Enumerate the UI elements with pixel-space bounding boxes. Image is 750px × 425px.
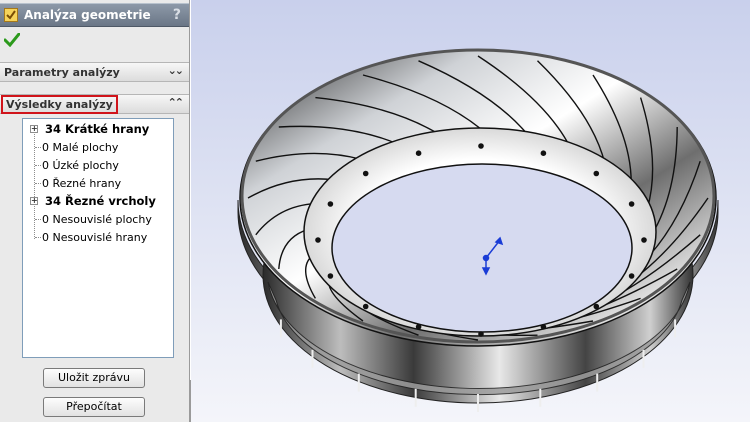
collapse-chevron-icon[interactable]: ⌃⌃ [168, 96, 185, 109]
results-tree[interactable]: +34 Krátké hrany 0 Malé plochy 0 Úzké ploc… [22, 118, 174, 358]
bolt-hole [327, 201, 334, 207]
bolt-hole [593, 170, 600, 177]
bolt-hole [478, 143, 484, 149]
section-analysis-results-label: Výsledky analýzy [1, 94, 118, 114]
results-tree-item[interactable]: 0 Řezné hrany [23, 174, 121, 192]
bolt-hole [362, 170, 369, 177]
bolt-hole [415, 150, 422, 156]
expand-chevron-icon[interactable]: ⌄⌄ [168, 64, 185, 77]
expand-plus-icon[interactable]: + [30, 197, 38, 205]
results-tree-item-label: 34 Řezné vrcholy [45, 194, 156, 208]
tree-connector [35, 183, 41, 184]
section-analysis-parameters[interactable]: Parametry analýzy ⌄⌄ [0, 62, 189, 82]
bolt-hole [327, 273, 334, 279]
section-analysis-results[interactable]: Výsledky analýzy ⌃⌃ [0, 94, 189, 114]
turbine-ring-model[interactable] [191, 0, 750, 422]
property-manager-panel: Analýza geometrie ? Parametry analýzy ⌄⌄… [0, 0, 190, 422]
bolt-hole [540, 150, 547, 156]
tree-connector [35, 237, 41, 238]
section-analysis-parameters-label: Parametry analýzy [4, 65, 120, 79]
results-tree-item[interactable]: +34 Krátké hrany [23, 120, 149, 138]
central-opening [331, 163, 633, 333]
results-tree-item-label: 0 Úzké plochy [42, 158, 119, 172]
graphics-viewport[interactable] [191, 0, 750, 422]
results-tree-item[interactable]: 0 Nesouvislé hrany [23, 228, 147, 246]
tree-connector [35, 147, 41, 148]
bolt-hole [593, 303, 600, 310]
expand-plus-icon[interactable]: + [30, 125, 38, 133]
results-tree-item-label: 0 Malé plochy [42, 140, 119, 154]
results-tree-item-label: 0 Nesouvislé plochy [42, 212, 152, 226]
bolt-hole [540, 324, 547, 330]
tree-connector [35, 165, 41, 166]
results-tree-item-label: 0 Řezné hrany [42, 176, 122, 190]
results-tree-item[interactable]: 0 Malé plochy [23, 138, 118, 156]
bolt-hole [628, 201, 635, 207]
results-tree-item[interactable]: +34 Řezné vrcholy [23, 192, 156, 210]
tree-connector [35, 219, 41, 220]
bolt-hole [641, 237, 647, 243]
bolt-hole [478, 331, 484, 337]
bolt-hole [315, 237, 321, 243]
results-tree-item[interactable]: 0 Úzké plochy [23, 156, 119, 174]
help-icon[interactable]: ? [173, 7, 181, 23]
panel-title: Analýza geometrie [24, 8, 151, 22]
results-tree-item-label: 0 Nesouvislé hrany [42, 230, 148, 244]
results-tree-item[interactable]: 0 Nesouvislé plochy [23, 210, 152, 228]
bolt-hole [628, 273, 635, 279]
ok-check-icon[interactable] [3, 32, 21, 50]
results-tree-item-label: 34 Krátké hrany [45, 122, 150, 136]
recalculate-button[interactable]: Přepočítat [43, 397, 145, 417]
analysis-tool-icon [4, 8, 18, 22]
bolt-hole [415, 324, 422, 330]
bolt-hole [362, 303, 369, 310]
panel-title-bar: Analýza geometrie ? [0, 3, 189, 27]
save-report-button[interactable]: Uložit zprávu [43, 368, 145, 388]
